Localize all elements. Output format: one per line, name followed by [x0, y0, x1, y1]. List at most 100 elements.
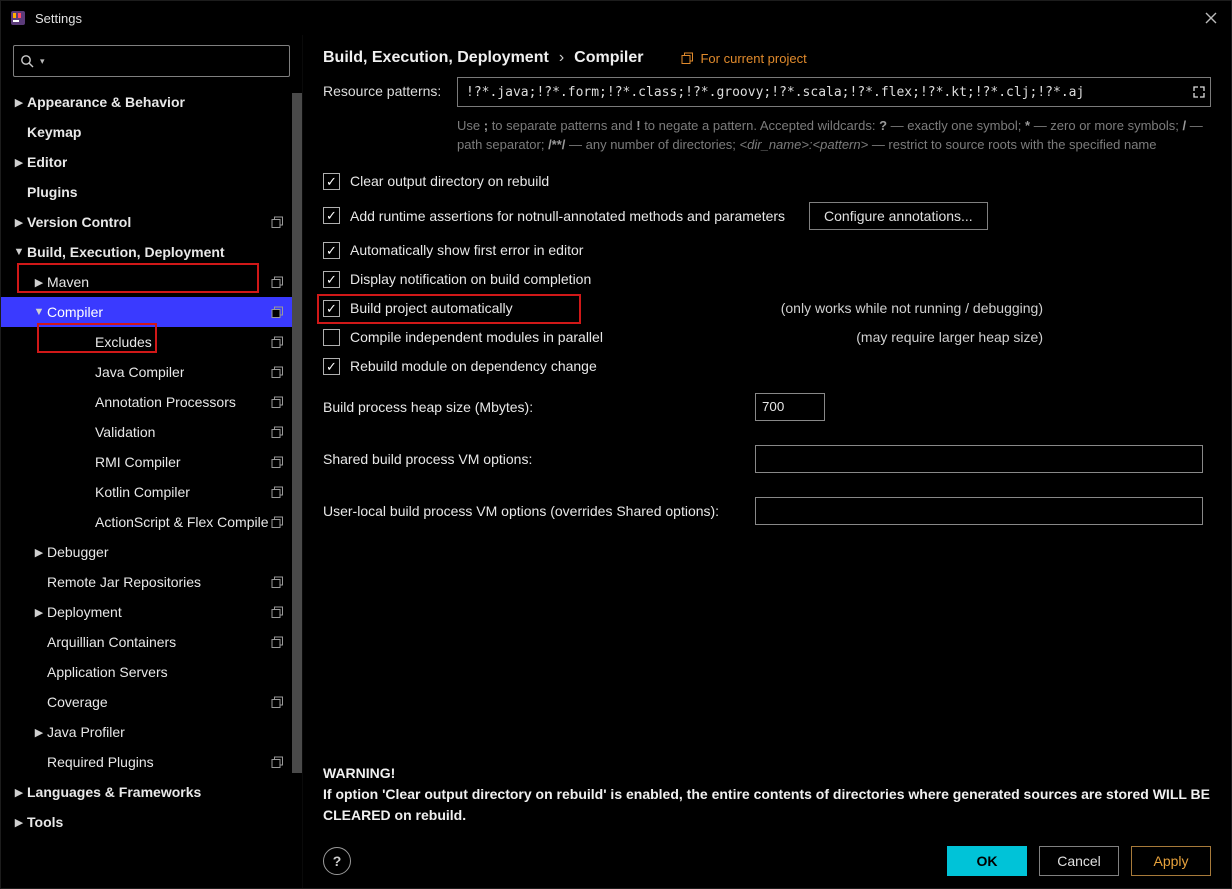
- tree-item-arquillian-containers[interactable]: Arquillian Containers: [1, 627, 302, 657]
- breadcrumb-parent[interactable]: Build, Execution, Deployment: [323, 49, 549, 67]
- heap-size-input[interactable]: [755, 393, 825, 421]
- add-runtime-checkbox[interactable]: [323, 207, 340, 224]
- tree-item-plugins[interactable]: Plugins: [1, 177, 302, 207]
- tree-item-remote-jar-repositories[interactable]: Remote Jar Repositories: [1, 567, 302, 597]
- tree-arrow-icon: ▼: [33, 306, 45, 318]
- help-button[interactable]: ?: [323, 847, 351, 875]
- close-button[interactable]: [1199, 6, 1223, 30]
- project-scope-hint: For current project: [681, 51, 806, 66]
- build-auto-label: Build project automatically: [350, 300, 513, 316]
- tree-item-label: Excludes: [95, 334, 152, 350]
- tree-item-label: Kotlin Compiler: [95, 484, 190, 500]
- tree-item-label: Maven: [47, 274, 89, 290]
- warning-text: WARNING! If option 'Clear output directo…: [323, 753, 1211, 832]
- search-input[interactable]: ▾: [13, 45, 290, 77]
- build-auto-checkbox[interactable]: [323, 300, 340, 317]
- tree-item-label: Languages & Frameworks: [27, 784, 201, 800]
- tree-arrow-icon: ▶: [33, 546, 45, 559]
- tree-item-java-compiler[interactable]: Java Compiler: [1, 357, 302, 387]
- breadcrumb: Build, Execution, Deployment › Compiler …: [303, 49, 1231, 77]
- tree-item-rmi-compiler[interactable]: RMI Compiler: [1, 447, 302, 477]
- copy-icon: [681, 52, 694, 65]
- apply-button[interactable]: Apply: [1131, 846, 1211, 876]
- project-scope-icon: [270, 365, 284, 379]
- rebuild-dep-checkbox[interactable]: [323, 358, 340, 375]
- tree-item-label: Tools: [27, 814, 63, 830]
- configure-annotations-button[interactable]: Configure annotations...: [809, 202, 988, 230]
- tree-item-label: Version Control: [27, 214, 131, 230]
- tree-item-java-profiler[interactable]: ▶Java Profiler: [1, 717, 302, 747]
- project-scope-icon: [270, 335, 284, 349]
- tree-item-version-control[interactable]: ▶Version Control: [1, 207, 302, 237]
- project-scope-icon: [270, 695, 284, 709]
- tree-item-compiler[interactable]: ▼Compiler: [1, 297, 302, 327]
- tree-item-label: Arquillian Containers: [47, 634, 176, 650]
- tree-item-editor[interactable]: ▶Editor: [1, 147, 302, 177]
- shared-vm-input[interactable]: [755, 445, 1203, 473]
- tree-item-annotation-processors[interactable]: Annotation Processors: [1, 387, 302, 417]
- tree-item-label: RMI Compiler: [95, 454, 181, 470]
- tree-arrow-icon: ▼: [13, 246, 25, 258]
- tree-item-required-plugins[interactable]: Required Plugins: [1, 747, 302, 777]
- project-scope-icon: [270, 275, 284, 289]
- tree-item-application-servers[interactable]: Application Servers: [1, 657, 302, 687]
- tree-arrow-icon: ▶: [33, 276, 45, 289]
- notify-build-checkbox[interactable]: [323, 271, 340, 288]
- sidebar: ▾ ▶Appearance & BehaviorKeymap▶EditorPlu…: [1, 35, 303, 888]
- tree-item-label: Appearance & Behavior: [27, 94, 185, 110]
- notify-build-label: Display notification on build completion: [350, 271, 591, 287]
- resource-patterns-hint: Use ; to separate patterns and ! to nega…: [457, 117, 1211, 155]
- tree-item-build-execution-deployment[interactable]: ▼Build, Execution, Deployment: [1, 237, 302, 267]
- tree-item-kotlin-compiler[interactable]: Kotlin Compiler: [1, 477, 302, 507]
- tree-item-languages-frameworks[interactable]: ▶Languages & Frameworks: [1, 777, 302, 807]
- tree-item-label: Validation: [95, 424, 155, 440]
- tree-arrow-icon: ▶: [33, 726, 45, 739]
- expand-icon[interactable]: [1192, 85, 1206, 99]
- auto-show-error-checkbox[interactable]: [323, 242, 340, 259]
- rebuild-dep-label: Rebuild module on dependency change: [350, 358, 597, 374]
- heap-size-label: Build process heap size (Mbytes):: [323, 399, 755, 415]
- resource-patterns-input[interactable]: !?*.java;!?*.form;!?*.class;!?*.groovy;!…: [457, 77, 1211, 107]
- sidebar-scrollbar[interactable]: [292, 91, 302, 888]
- tree-item-label: ActionScript & Flex Compile: [95, 514, 269, 530]
- history-dropdown-icon[interactable]: ▾: [40, 56, 45, 67]
- tree-item-actionscript-flex-compile[interactable]: ActionScript & Flex Compile: [1, 507, 302, 537]
- chevron-right-icon: ›: [559, 49, 564, 67]
- titlebar: Settings: [1, 1, 1231, 35]
- tree-item-appearance-behavior[interactable]: ▶Appearance & Behavior: [1, 87, 302, 117]
- tree-item-label: Compiler: [47, 304, 103, 320]
- cancel-button[interactable]: Cancel: [1039, 846, 1119, 876]
- tree-item-validation[interactable]: Validation: [1, 417, 302, 447]
- tree-item-tools[interactable]: ▶Tools: [1, 807, 302, 837]
- tree-item-deployment[interactable]: ▶Deployment: [1, 597, 302, 627]
- ok-button[interactable]: OK: [947, 846, 1027, 876]
- tree-item-label: Editor: [27, 154, 67, 170]
- tree-arrow-icon: ▶: [13, 816, 25, 829]
- add-runtime-label: Add runtime assertions for notnull-annot…: [350, 208, 785, 224]
- resource-patterns-label: Resource patterns:: [323, 77, 457, 99]
- tree-item-label: Annotation Processors: [95, 394, 236, 410]
- settings-tree[interactable]: ▶Appearance & BehaviorKeymap▶EditorPlugi…: [1, 87, 302, 888]
- tree-item-coverage[interactable]: Coverage: [1, 687, 302, 717]
- main-panel: Build, Execution, Deployment › Compiler …: [303, 35, 1231, 888]
- window-title: Settings: [35, 11, 82, 26]
- tree-item-label: Deployment: [47, 604, 122, 620]
- tree-item-label: Debugger: [47, 544, 109, 560]
- tree-item-keymap[interactable]: Keymap: [1, 117, 302, 147]
- tree-item-debugger[interactable]: ▶Debugger: [1, 537, 302, 567]
- tree-item-label: Keymap: [27, 124, 81, 140]
- tree-item-maven[interactable]: ▶Maven: [1, 267, 302, 297]
- compile-parallel-checkbox[interactable]: [323, 329, 340, 346]
- project-scope-icon: [270, 305, 284, 319]
- tree-item-label: Required Plugins: [47, 754, 154, 770]
- build-auto-side-note: (only works while not running / debuggin…: [761, 300, 1043, 316]
- project-scope-icon: [270, 605, 284, 619]
- compile-parallel-side-note: (may require larger heap size): [836, 329, 1043, 345]
- clear-output-checkbox[interactable]: [323, 173, 340, 190]
- tree-item-label: Remote Jar Repositories: [47, 574, 201, 590]
- auto-show-error-label: Automatically show first error in editor: [350, 242, 583, 258]
- tree-item-excludes[interactable]: Excludes: [1, 327, 302, 357]
- scrollbar-thumb[interactable]: [292, 93, 302, 773]
- project-scope-icon: [270, 515, 284, 529]
- user-vm-input[interactable]: [755, 497, 1203, 525]
